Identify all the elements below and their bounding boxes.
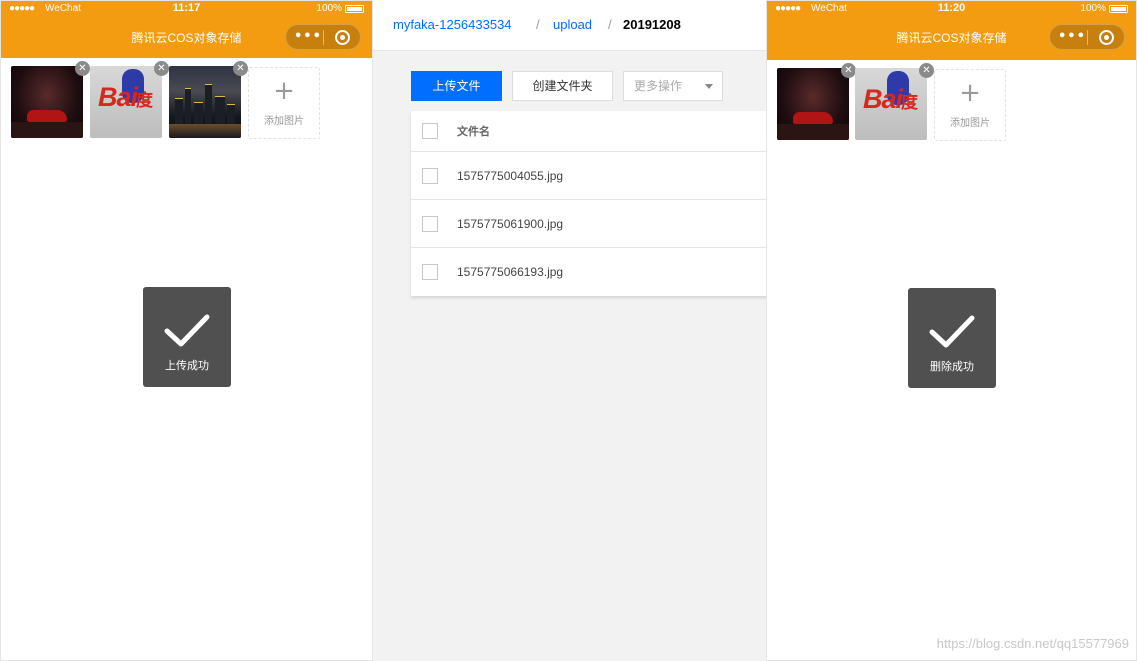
remove-image-icon[interactable]: ✕ <box>919 63 934 78</box>
select-all-checkbox[interactable] <box>422 123 438 139</box>
remove-image-icon[interactable]: ✕ <box>75 61 90 76</box>
city-night-photo <box>169 66 241 138</box>
file-name[interactable]: 1575775061900.jpg <box>457 217 563 231</box>
breadcrumb-separator: / <box>536 17 540 32</box>
nav-bar: 腾讯云COS对象存储 ••• <box>767 17 1136 60</box>
page: ●●●●● WeChat 11:17 100% 腾讯云COS对象存储 ••• ✕… <box>0 0 1138 661</box>
car-photo <box>11 66 83 138</box>
plus-icon: + <box>959 78 981 108</box>
capsule-divider <box>1087 30 1088 45</box>
more-actions-select[interactable]: 更多操作 <box>623 71 723 101</box>
add-image-label: 添加图片 <box>950 118 990 129</box>
remove-image-icon[interactable]: ✕ <box>841 63 856 78</box>
toast-message: 删除成功 <box>930 360 974 373</box>
battery-icon <box>345 5 364 13</box>
remove-image-icon[interactable]: ✕ <box>233 61 248 76</box>
image-thumbnail[interactable]: Bai 度 ✕ <box>90 61 169 138</box>
upload-file-button[interactable]: 上传文件 <box>411 71 502 101</box>
table-row: 1575775004055.jpg <box>411 152 766 200</box>
battery-percent: 100% <box>1080 3 1106 14</box>
nav-bar: 腾讯云COS对象存储 ••• <box>1 17 372 58</box>
row-checkbox[interactable] <box>422 167 438 184</box>
remove-image-icon[interactable]: ✕ <box>154 61 169 76</box>
file-name[interactable]: 1575775004055.jpg <box>457 169 563 183</box>
left-phone-screen: ●●●●● WeChat 11:17 100% 腾讯云COS对象存储 ••• ✕… <box>0 0 373 661</box>
add-image-label: 添加图片 <box>264 116 304 127</box>
create-folder-button[interactable]: 创建文件夹 <box>512 71 613 101</box>
status-bar: ●●●●● WeChat 11:20 100% <box>767 1 1136 17</box>
toast-message: 上传成功 <box>165 359 209 372</box>
baidu-logo-photo: Bai 度 <box>90 66 162 138</box>
battery-percent: 100% <box>316 3 342 14</box>
breadcrumb: myfaka-1256433534 / upload / 20191208 <box>373 0 766 51</box>
car-photo <box>777 68 849 140</box>
breadcrumb-bucket[interactable]: myfaka-1256433534 <box>393 17 512 32</box>
file-name[interactable]: 1575775066193.jpg <box>457 265 563 279</box>
mini-program-capsule: ••• <box>1049 24 1125 50</box>
column-header-filename: 文件名 <box>457 126 490 138</box>
image-thumbnail[interactable]: Bai 度 ✕ <box>855 63 934 140</box>
add-image-button[interactable]: + 添加图片 <box>248 67 320 139</box>
more-dots-icon[interactable]: ••• <box>1058 30 1086 44</box>
close-target-icon[interactable] <box>1099 30 1114 45</box>
breadcrumb-separator: / <box>608 17 612 32</box>
row-checkbox[interactable] <box>422 264 438 280</box>
battery-icon <box>1109 5 1128 13</box>
capsule-divider <box>323 30 324 45</box>
add-image-button[interactable]: + 添加图片 <box>934 69 1006 141</box>
table-header: 文件名 <box>411 111 766 152</box>
right-phone-screen: ●●●●● WeChat 11:20 100% 腾讯云COS对象存储 ••• ✕… <box>766 0 1137 661</box>
cos-console: myfaka-1256433534 / upload / 20191208 上传… <box>373 0 766 661</box>
checkmark-icon <box>164 314 210 347</box>
breadcrumb-upload[interactable]: upload <box>553 17 592 32</box>
baidu-logo-photo: Bai 度 <box>855 68 927 140</box>
plus-icon: + <box>273 76 295 106</box>
row-checkbox[interactable] <box>422 215 438 232</box>
file-table: 文件名 1575775004055.jpg 1575775061900.jpg … <box>411 111 766 296</box>
breadcrumb-current: 20191208 <box>623 17 681 32</box>
table-row: 1575775066193.jpg <box>411 248 766 296</box>
image-thumbnail[interactable]: ✕ <box>777 63 856 140</box>
watermark: https://blog.csdn.net/qq15577969 <box>936 636 1129 651</box>
chevron-down-icon <box>705 84 713 89</box>
success-toast: 删除成功 <box>908 288 996 388</box>
image-thumbnail[interactable]: ✕ <box>11 61 90 138</box>
more-actions-label: 更多操作 <box>634 79 683 93</box>
checkmark-icon <box>929 315 975 348</box>
table-row: 1575775061900.jpg <box>411 200 766 248</box>
status-bar: ●●●●● WeChat 11:17 100% <box>1 1 372 17</box>
success-toast: 上传成功 <box>143 287 231 387</box>
more-dots-icon[interactable]: ••• <box>294 30 322 44</box>
mini-program-capsule: ••• <box>285 24 361 50</box>
image-thumbnail[interactable]: ✕ <box>169 61 248 138</box>
close-target-icon[interactable] <box>335 30 350 45</box>
